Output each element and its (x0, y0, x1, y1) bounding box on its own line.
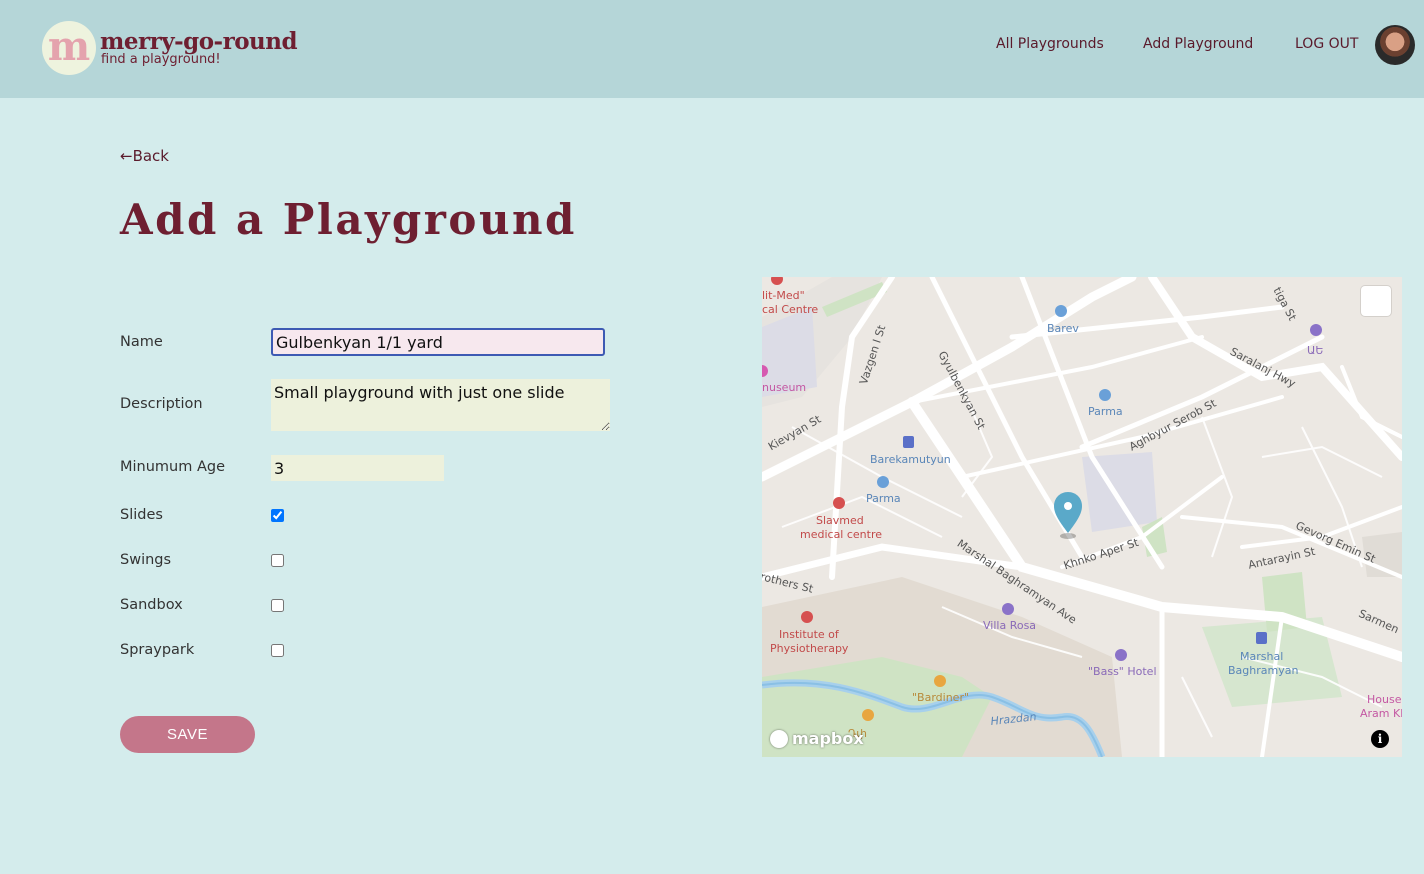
poi-label: ԱԵ (1307, 344, 1324, 357)
app-header: m merry-go-round find a playground! All … (0, 0, 1424, 98)
description-textarea[interactable]: Small playground with just one slide (271, 379, 610, 431)
nav-log-out[interactable]: LOG OUT (1295, 35, 1358, 53)
poi-label: Baghramyan (1228, 664, 1299, 677)
poi-label: lit-Med" (762, 289, 805, 302)
poi-label: cal Centre (762, 303, 819, 316)
brand-tagline: find a playground! (101, 52, 221, 67)
poi-label: Institute of (779, 628, 839, 641)
geolocate-button[interactable] (1361, 286, 1391, 316)
swings-checkbox[interactable] (271, 554, 284, 567)
slides-checkbox[interactable] (271, 509, 284, 522)
sandbox-checkbox[interactable] (271, 599, 284, 612)
spraypark-checkbox[interactable] (271, 644, 284, 657)
poi-label: "Bass" Hotel (1088, 665, 1157, 678)
poi-label: Marshal (1240, 650, 1284, 663)
poi-label: Slavmed (816, 514, 864, 527)
poi-label: House (1367, 693, 1402, 706)
spraypark-label: Spraypark (120, 642, 195, 658)
poi-label: "Bardiner" (912, 691, 970, 704)
user-avatar[interactable] (1375, 25, 1415, 65)
mapbox-icon (770, 730, 788, 748)
logo-badge[interactable]: m (42, 21, 96, 75)
description-label: Description (120, 396, 203, 412)
poi-label: Parma (1088, 405, 1123, 418)
poi-label: medical centre (800, 528, 883, 541)
slides-label: Slides (120, 507, 163, 523)
nav-all-playgrounds[interactable]: All Playgrounds (996, 35, 1104, 53)
poi-label: nuseum (762, 381, 807, 394)
name-label: Name (120, 334, 163, 350)
min-age-input[interactable] (271, 455, 444, 481)
page-title: Add a Playground (120, 195, 577, 244)
poi-label: Physiotherapy (770, 642, 849, 655)
sandbox-label: Sandbox (120, 597, 183, 613)
name-input[interactable] (271, 328, 605, 356)
poi-label: Parma (866, 492, 901, 505)
poi-label: Villa Rosa (983, 619, 1037, 632)
back-link[interactable]: ←Back (120, 147, 169, 165)
poi-label: Barev (1047, 322, 1079, 335)
location-map[interactable]: Kievyan St Vazgen I St Gyulbenkyan St Sa… (762, 277, 1402, 757)
poi-label: Barekamutyun (870, 453, 951, 466)
save-button[interactable]: SAVE (120, 716, 255, 753)
min-age-label: Minumum Age (120, 459, 226, 475)
nav-add-playground[interactable]: Add Playground (1143, 35, 1253, 53)
poi-label: Aram Kl (1360, 707, 1402, 720)
logo-letter: m (47, 23, 91, 70)
mapbox-wordmark: mapbox (792, 729, 864, 748)
info-icon[interactable]: i (1371, 730, 1389, 748)
swings-label: Swings (120, 552, 172, 568)
